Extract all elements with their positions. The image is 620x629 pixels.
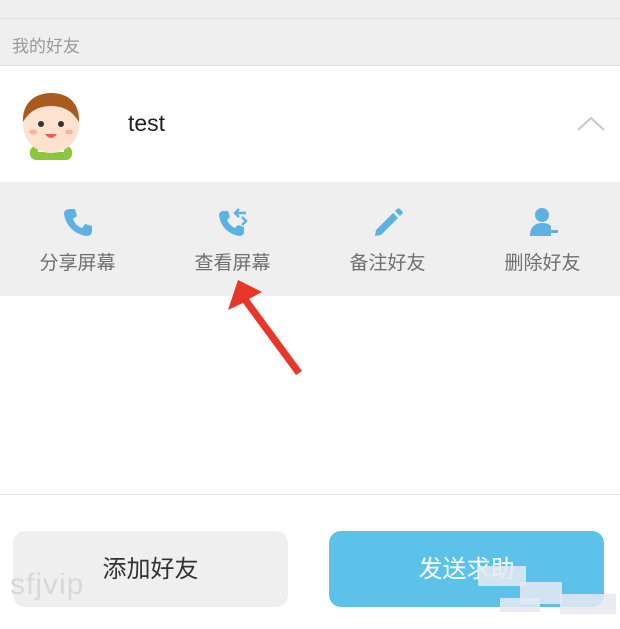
- content-area: [0, 296, 620, 495]
- remark-friend-button[interactable]: 备注好友: [310, 182, 465, 296]
- top-strip: [0, 0, 620, 19]
- friend-row[interactable]: test: [0, 66, 620, 182]
- delete-friend-button[interactable]: 删除好友: [465, 182, 620, 296]
- annotation-arrow: [228, 280, 302, 375]
- phone-callback-icon: [219, 208, 248, 236]
- remove-user-icon: [530, 208, 558, 236]
- action-label: 分享屏幕: [39, 252, 116, 274]
- action-label: 备注好友: [349, 252, 426, 274]
- blur-block: [500, 598, 540, 612]
- section-title: 我的好友: [12, 37, 80, 57]
- friend-name: test: [128, 110, 166, 136]
- action-label: 删除好友: [504, 252, 581, 274]
- pencil-icon: [375, 208, 403, 236]
- avatar: [22, 93, 80, 160]
- blur-block: [478, 566, 526, 586]
- share-screen-button[interactable]: 分享屏幕: [0, 182, 155, 296]
- watermark: sfjvip: [10, 568, 85, 601]
- chevron-up-icon[interactable]: [576, 114, 606, 132]
- section-header: 我的好友: [0, 19, 620, 66]
- blur-block: [560, 594, 616, 614]
- action-bar: 分享屏幕 查看屏幕 备注好友 删除好友: [0, 182, 620, 296]
- phone-icon: [64, 209, 92, 236]
